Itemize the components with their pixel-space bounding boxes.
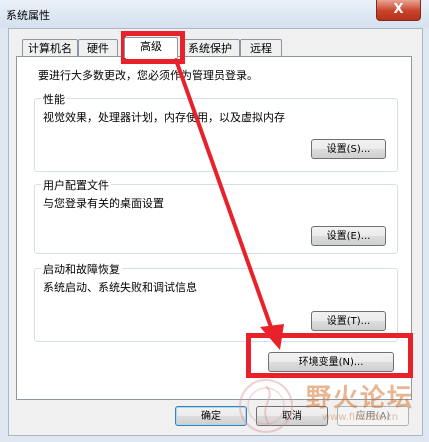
user-profiles-settings-button[interactable]: 设置(E)...	[311, 226, 386, 246]
tab-hardware[interactable]: 硬件	[78, 39, 118, 57]
user-profiles-description: 与您登录有关的桌面设置	[43, 197, 164, 210]
tab-computer-name[interactable]: 计算机名	[22, 39, 78, 57]
ok-button[interactable]: 确定	[175, 406, 247, 426]
apply-button[interactable]: 应用(A)	[337, 406, 409, 426]
title-bar: 系统属性 X	[0, 0, 429, 28]
environment-variables-button[interactable]: 环境变量(N)...	[268, 352, 394, 372]
admin-notice: 要进行大多数更改，您必须作为管理员登录。	[38, 69, 258, 82]
window-title: 系统属性	[6, 9, 50, 22]
performance-title: 性能	[41, 91, 67, 107]
performance-settings-button[interactable]: 设置(S)...	[311, 139, 386, 159]
startup-recovery-description: 系统启动、系统失败和调试信息	[43, 281, 197, 294]
startup-recovery-title: 启动和故障恢复	[41, 261, 122, 277]
close-icon: X	[393, 2, 404, 17]
tab-advanced[interactable]: 高级	[124, 37, 178, 58]
cancel-button[interactable]: 取消	[256, 406, 328, 426]
user-profiles-title: 用户配置文件	[41, 177, 111, 193]
performance-group: 性能 视觉效果，处理器计划，内存使用，以及虚拟内存	[34, 91, 398, 172]
tab-remote[interactable]: 远程	[240, 39, 282, 57]
tab-system-protection[interactable]: 系统保护	[180, 39, 240, 57]
performance-description: 视觉效果，处理器计划，内存使用，以及虚拟内存	[43, 111, 285, 124]
close-button[interactable]: X	[376, 0, 421, 21]
startup-recovery-settings-button[interactable]: 设置(T)...	[311, 311, 386, 331]
